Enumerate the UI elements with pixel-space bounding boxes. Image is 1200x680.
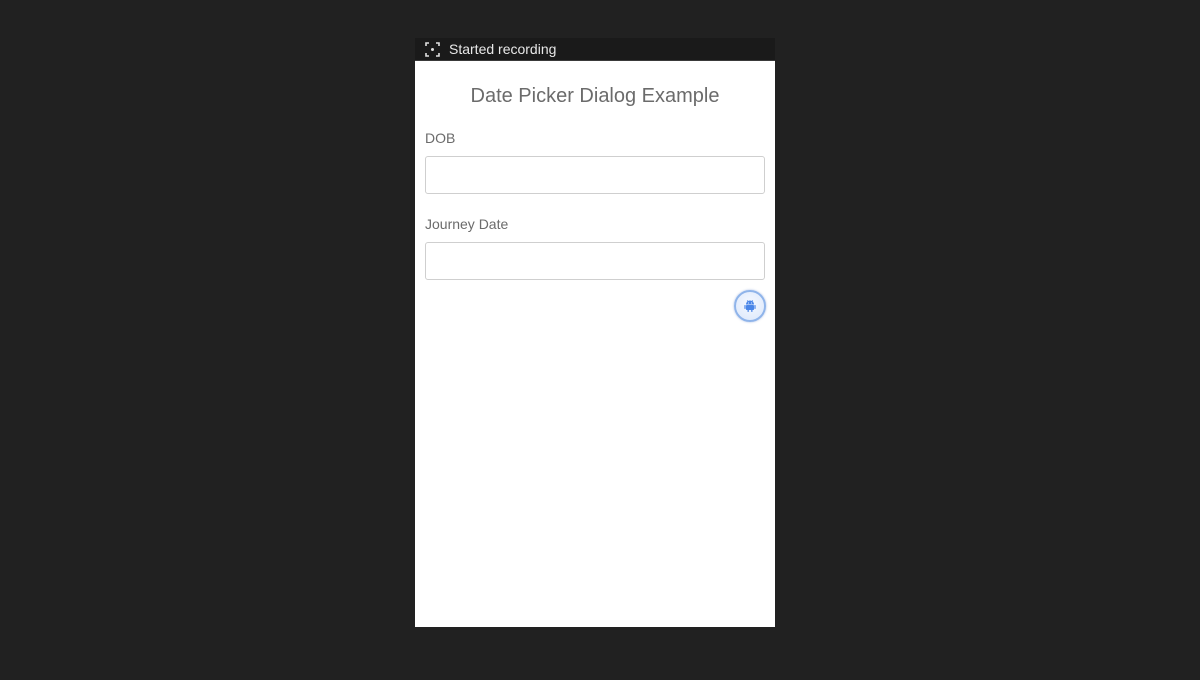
- journey-date-label: Journey Date: [425, 216, 509, 232]
- android-floating-button[interactable]: [734, 290, 766, 322]
- screen-record-icon: [425, 42, 440, 57]
- status-text: Started recording: [449, 41, 557, 57]
- page-title: Date Picker Dialog Example: [470, 85, 720, 107]
- status-bar: Started recording: [415, 38, 775, 61]
- dob-input[interactable]: [425, 156, 765, 194]
- dob-label: DOB: [425, 130, 456, 146]
- app-screen: Started recording Date Picker Dialog Exa…: [415, 38, 775, 627]
- journey-date-input[interactable]: [425, 242, 765, 280]
- android-icon: [744, 300, 756, 312]
